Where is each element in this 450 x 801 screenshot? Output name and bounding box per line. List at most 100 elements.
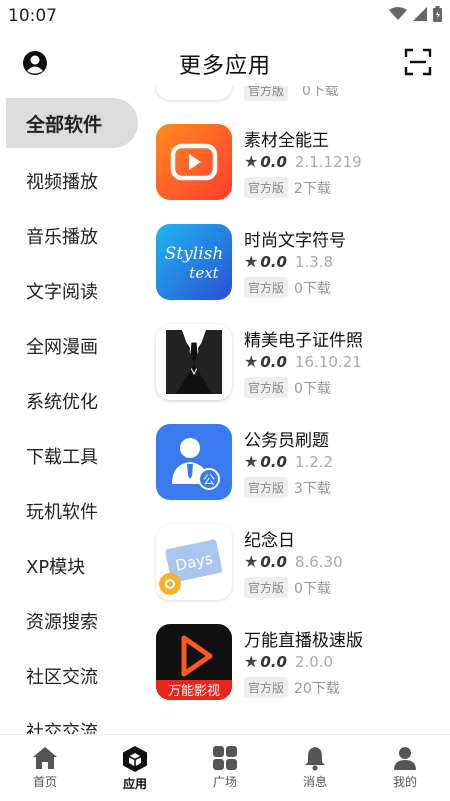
icon-text-gong: 公 [203,473,215,487]
app-name: 公务员刷题 [244,431,329,451]
official-badge: 官方版 [244,477,289,498]
category-sidebar: 全部软件 视频播放 音乐播放 文字阅读 全网漫画 系统优化 下载工具 玩机软件 … [0,98,140,734]
official-badge: 官方版 [244,677,289,698]
category-item-community[interactable]: 社区交流 [0,648,140,703]
battery-icon [433,6,442,22]
rating-row: ★ 0.0 2.1.1219 [244,152,362,171]
category-item-system[interactable]: 系统优化 [0,373,140,428]
tab-label-square: 广场 [212,775,237,789]
app-header: 更多应用 [0,38,450,86]
tab-label-apps: 应用 [122,777,147,791]
star-icon: ★ [244,552,259,571]
category-item-resource-search[interactable]: 资源搜索 [0,593,140,648]
meta-row: 官方版 0下载 [244,277,331,298]
badge-partial: 官方版 [244,86,289,101]
list-item[interactable]: Stylish text 时尚文字符号 ★ 0.0 1.3.8 官方版 0下载 [156,224,446,304]
meta-row: 官方版 0下载 [244,577,331,598]
app-version: 2.0.0 [294,652,334,671]
tab-label-mine: 我的 [392,775,417,789]
category-item-download[interactable]: 下载工具 [0,428,140,483]
category-item-comics[interactable]: 全网漫画 [0,318,140,373]
tab-home[interactable]: 首页 [0,735,90,801]
star-icon: ★ [244,252,259,271]
app-icon-partial [156,86,232,100]
meta-row: 官方版 0下载 [244,377,331,398]
app-version: 1.2.2 [294,452,334,471]
official-badge: 官方版 [244,377,289,398]
app-rating: 0.0 [260,252,287,271]
app-downloads: 20下载 [294,680,340,697]
rating-row: ★ 0.0 1.2.2 [244,452,333,471]
app-downloads: 0下载 [294,280,331,297]
app-name: 纪念日 [244,531,295,551]
app-rating: 0.0 [260,652,287,671]
status-time: 10:07 [8,6,57,26]
civil-servant-icon: 公 [156,424,232,500]
app-rating: 0.0 [260,452,287,471]
days-calendar-icon: Days [156,524,232,600]
category-item-music[interactable]: 音乐播放 [0,208,140,263]
star-icon: ★ [244,352,259,371]
icon-text-text: text [189,264,219,282]
person-icon [394,747,416,770]
meta-row: 官方版 3下载 [244,477,331,498]
category-item-phone-tools[interactable]: 玩机软件 [0,483,140,538]
wifi-icon [389,7,407,20]
category-item-xp-modules[interactable]: XP模块 [0,538,140,593]
app-name: 精美电子证件照 [244,331,363,351]
status-bar: 10:07 [0,0,450,32]
page-title: 更多应用 [178,54,271,79]
category-item-video[interactable]: 视频播放 [0,153,140,208]
category-item-social[interactable]: 社交交流 [0,703,140,735]
scan-icon[interactable] [404,48,432,76]
rating-row: ★ 0.0 1.3.8 [244,252,333,271]
app-rating: 0.0 [260,552,287,571]
list-item[interactable]: 公 公务员刷题 ★ 0.0 1.2.2 官方版 3下载 [156,424,446,504]
star-icon: ★ [244,152,259,171]
list-item-partial[interactable]: 官方版 0下载 [156,86,446,102]
app-rating: 0.0 [260,152,287,171]
official-badge: 官方版 [244,177,289,198]
app-downloads: 0下载 [294,380,331,397]
list-item[interactable]: 素材全能王 ★ 0.0 2.1.1219 官方版 2下载 [156,124,446,204]
star-icon: ★ [244,652,259,671]
app-version: 8.6.30 [294,552,343,571]
tab-messages[interactable]: 消息 [270,735,360,801]
downloads-partial: 0下载 [302,86,339,99]
list-item[interactable]: 精美电子证件照 ★ 0.0 16.10.21 官方版 0下载 [156,324,446,404]
meta-row: 官方版 20下载 [244,677,340,698]
bottom-tab-bar: 首页 应用 广场 消息 我的 [0,734,450,801]
suit-tie-icon [156,324,232,400]
app-name: 时尚文字符号 [244,231,346,251]
list-item[interactable]: 万能影视 万能直播极速版 ★ 0.0 2.0.0 官方版 20下载 [156,624,446,704]
tab-apps[interactable]: 应用 [90,735,180,801]
tab-mine[interactable]: 我的 [360,735,450,801]
rating-row: ★ 0.0 2.0.0 [244,652,333,671]
star-icon: ★ [244,452,259,471]
tab-square[interactable]: 广场 [180,735,270,801]
rating-row: ★ 0.0 16.10.21 [244,352,362,371]
category-item-all[interactable]: 全部软件 [6,98,138,148]
app-downloads: 0下载 [294,580,331,597]
home-icon [33,747,57,769]
app-list: 官方版 0下载 素材全能王 ★ 0.0 2.1.1219 官方版 2下载 Sty… [140,86,450,734]
grid-icon [213,746,237,770]
status-icons [389,6,442,22]
official-badge: 官方版 [244,577,289,598]
app-downloads: 3下载 [294,480,331,497]
app-version: 2.1.1219 [294,152,362,171]
stylish-text-icon: Stylish text [156,224,232,300]
rating-row: ★ 0.0 8.6.30 [244,552,343,571]
category-item-reading[interactable]: 文字阅读 [0,263,140,318]
list-item[interactable]: Days 纪念日 ★ 0.0 8.6.30 官方版 0下载 [156,524,446,604]
official-badge: 官方版 [244,277,289,298]
icon-text-wanneng: 万能影视 [168,684,220,699]
tab-label-home: 首页 [32,775,57,789]
live-play-icon: 万能影视 [156,624,232,700]
app-downloads: 2下载 [294,180,331,197]
app-name: 万能直播极速版 [244,631,363,651]
app-rating: 0.0 [260,352,287,371]
video-play-icon [156,124,232,200]
apps-cube-icon [123,746,147,772]
app-name: 素材全能王 [244,131,329,151]
